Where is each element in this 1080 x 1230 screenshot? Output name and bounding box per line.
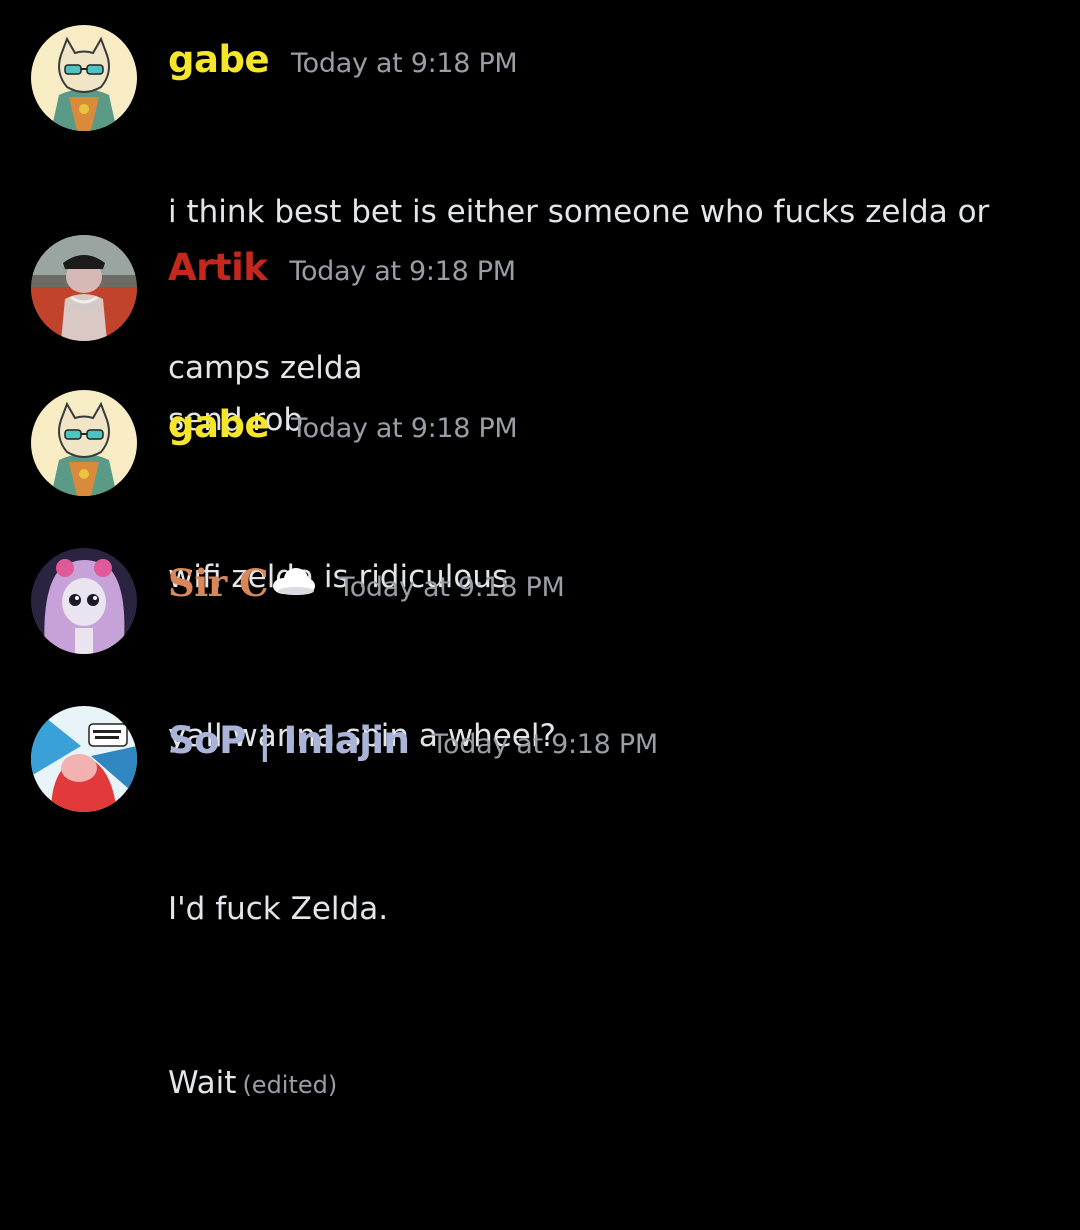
edited-label: (edited) xyxy=(242,1071,338,1099)
username[interactable]: SoP | Inlajin xyxy=(168,719,410,762)
rat-avatar-icon xyxy=(31,235,137,341)
user-avatar[interactable] xyxy=(31,390,137,496)
user-avatar[interactable] xyxy=(31,706,137,812)
cat-avatar-icon xyxy=(31,25,137,131)
timestamp: Today at 9:18 PM xyxy=(291,413,518,444)
chat-log: { "colors": { "background": "#000000", "… xyxy=(0,0,1080,1101)
message-line-text: Wait xyxy=(168,1065,237,1101)
anime-girl-avatar-icon xyxy=(31,548,137,654)
user-avatar[interactable] xyxy=(31,548,137,654)
cloud-icon xyxy=(270,566,316,596)
message-header: Sir C Today at 9:18 PM xyxy=(168,561,565,605)
message-header: Artik Today at 9:18 PM xyxy=(168,246,516,289)
message-line: I'd fuck Zelda. xyxy=(168,891,389,927)
message-line: Wait (edited) xyxy=(168,1054,1048,1114)
message-header: SoP | Inlajin Today at 9:18 PM xyxy=(168,719,658,762)
timestamp: Today at 9:18 PM xyxy=(431,729,658,760)
username[interactable]: Sir C xyxy=(168,561,269,605)
username[interactable]: gabe xyxy=(168,403,270,446)
username[interactable]: Artik xyxy=(168,246,268,289)
cat-avatar-icon xyxy=(31,390,137,496)
message-header: gabe Today at 9:18 PM xyxy=(168,38,518,81)
message-line: i think best bet is either someone who f… xyxy=(168,194,990,230)
message-header: gabe Today at 9:18 PM xyxy=(168,403,518,446)
timestamp: Today at 9:18 PM xyxy=(291,48,518,79)
comic-art-avatar-icon xyxy=(31,706,137,812)
user-avatar[interactable] xyxy=(31,25,137,131)
message-text: I'd fuck Zelda. Wait (edited) xyxy=(168,764,1048,1230)
timestamp: Today at 9:18 PM xyxy=(338,572,565,603)
timestamp: Today at 9:18 PM xyxy=(289,256,516,287)
username[interactable]: gabe xyxy=(168,38,270,81)
user-avatar[interactable] xyxy=(31,235,137,341)
